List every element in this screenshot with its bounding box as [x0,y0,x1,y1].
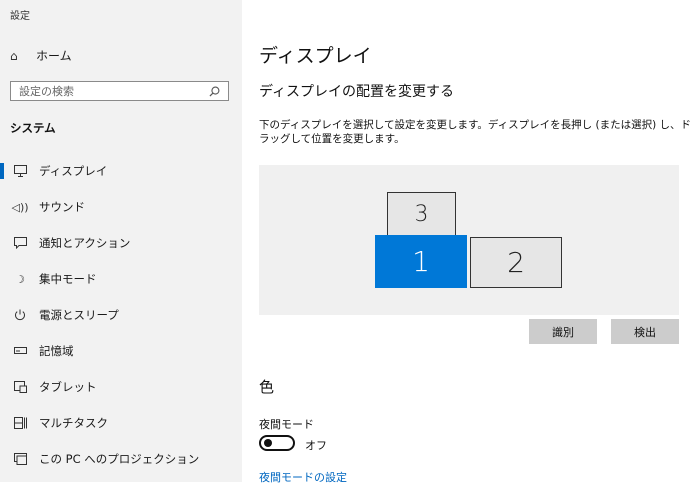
sidebar-item-multitasking[interactable]: マルチタスク [0,408,242,438]
sidebar-item-label: サウンド [39,200,85,214]
night-light-settings-link[interactable]: 夜間モードの設定 [259,469,347,485]
detect-button[interactable]: 検出 [611,319,679,344]
home-label: ホーム [36,49,72,63]
sidebar-item-label: ディスプレイ [39,164,108,178]
tablet-icon [12,381,28,393]
main-content: ディスプレイ ディスプレイの配置を変更する 下のディスプレイを選択して設定を変更… [242,0,694,485]
sidebar-item-label: 集中モード [39,272,97,286]
sidebar-item-storage[interactable]: 記憶域 [0,336,242,366]
sidebar-item-label: 記憶域 [39,344,74,358]
monitor-icon [12,165,28,177]
sidebar-item-notifications[interactable]: 通知とアクション [0,228,242,258]
storage-icon [12,347,28,355]
sidebar: 設定 ⌂ ホーム 設定の検索 システム ディスプレイ ◁)) サウンド 通知とア… [0,0,242,482]
section-title-system: システム [10,121,56,135]
sidebar-item-power[interactable]: 電源とスリープ [0,300,242,330]
monitor-1[interactable]: 1 [375,235,467,288]
sidebar-item-tablet[interactable]: タブレット [0,372,242,402]
projection-icon [12,453,28,465]
sidebar-item-label: 通知とアクション [39,236,131,250]
toggle-knob [264,439,272,447]
sidebar-item-label: タブレット [39,380,97,394]
moon-icon: ☽ [15,272,25,286]
sidebar-item-label: この PC へのプロジェクション [39,452,200,466]
home-link[interactable]: ⌂ ホーム [10,47,72,64]
sidebar-item-focus[interactable]: ☽ 集中モード [0,264,242,294]
display-arrangement-area[interactable]: 3 1 2 [259,165,679,315]
power-icon [12,309,28,321]
night-light-toggle[interactable] [259,435,295,451]
sidebar-item-display[interactable]: ディスプレイ [0,156,242,186]
night-light-label: 夜間モード [259,418,314,431]
app-title: 設定 [10,11,30,22]
home-icon: ⌂ [10,48,18,63]
arrangement-description: 下のディスプレイを選択して設定を変更します。ディスプレイを長押し (または選択)… [259,119,692,145]
sidebar-item-projection[interactable]: この PC へのプロジェクション [0,444,242,474]
sidebar-item-sound[interactable]: ◁)) サウンド [0,192,242,222]
search-box[interactable]: 設定の検索 [10,81,229,101]
identify-button[interactable]: 識別 [529,319,597,344]
search-input[interactable]: 設定の検索 [19,83,74,99]
monitor-3[interactable]: 3 [387,192,456,236]
notification-icon [12,237,28,249]
arrangement-heading: ディスプレイの配置を変更する [259,84,455,100]
night-light-state: オフ [305,439,327,452]
monitor-2[interactable]: 2 [470,237,562,288]
page-title: ディスプレイ [259,45,372,67]
search-icon [209,86,220,97]
color-section-title: 色 [259,378,275,396]
sidebar-item-label: 電源とスリープ [39,308,119,322]
multitask-icon [12,417,28,429]
sidebar-item-label: マルチタスク [39,416,108,430]
speaker-icon: ◁)) [11,200,29,214]
